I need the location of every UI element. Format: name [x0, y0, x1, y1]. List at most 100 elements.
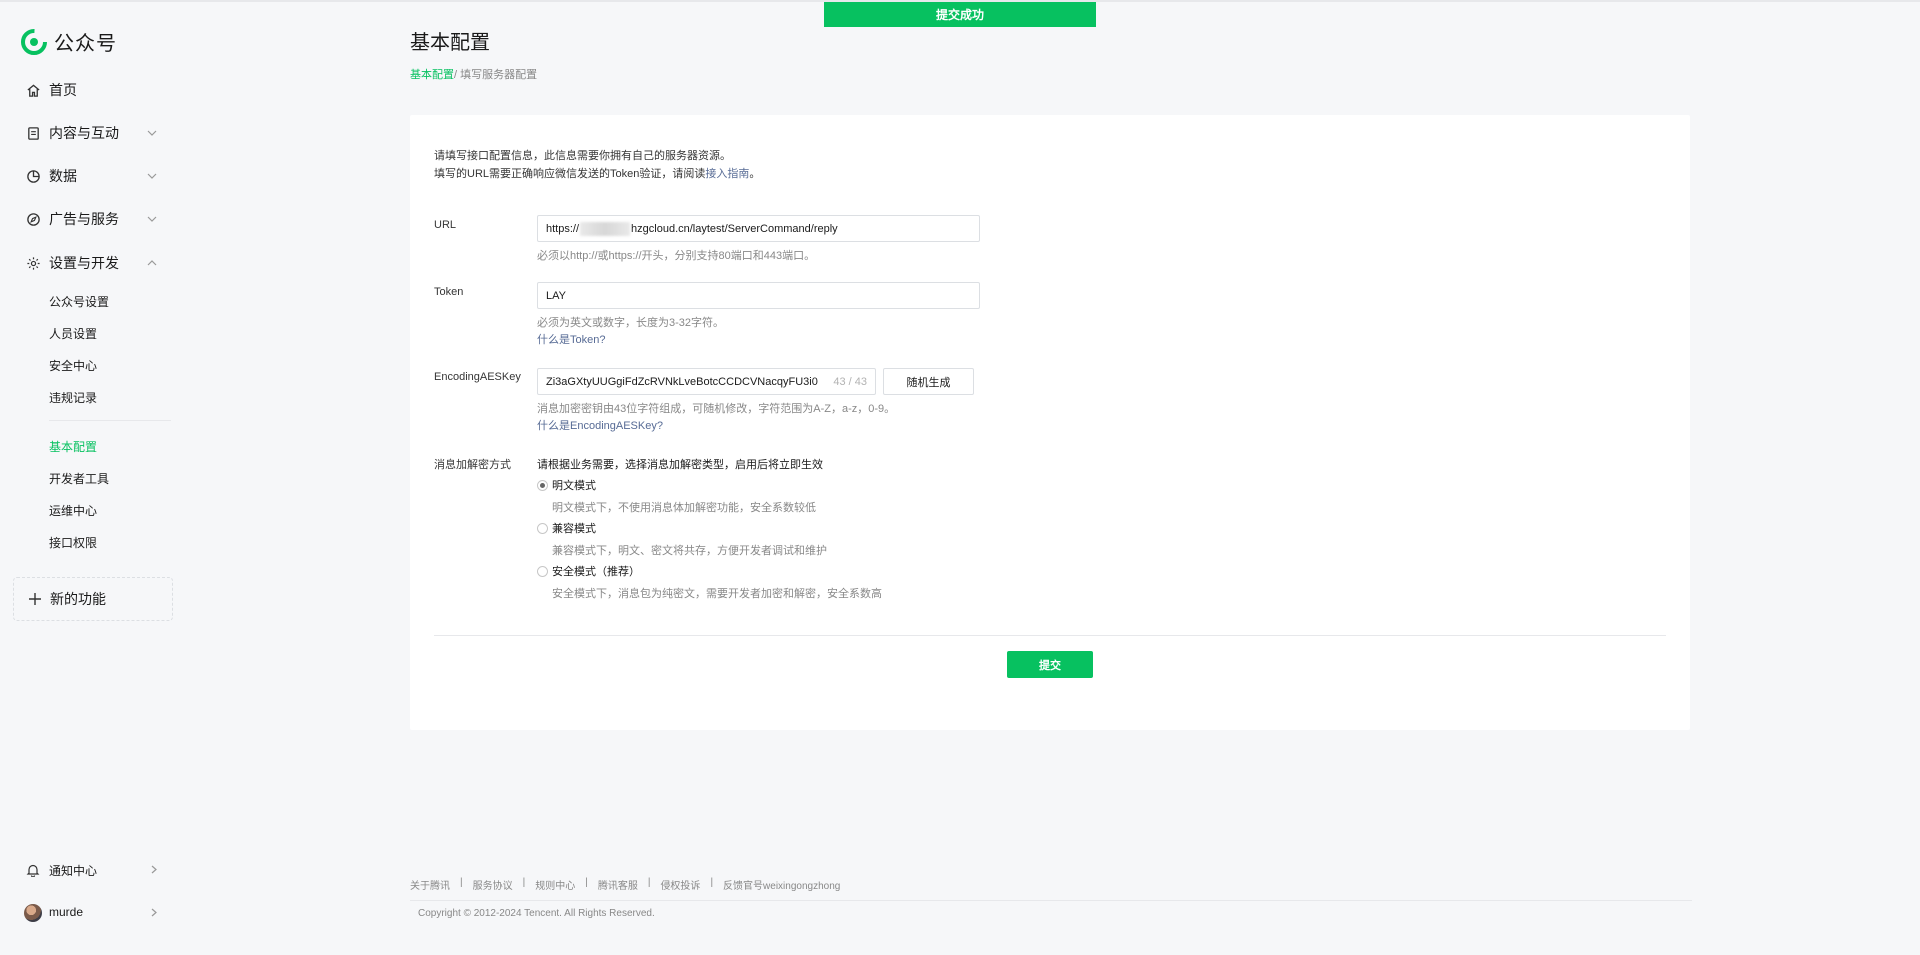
token-label: Token [434, 286, 464, 298]
sidebar-subitem-basic-config[interactable]: 基本配置 [49, 438, 97, 455]
radio-label: 兼容模式 [552, 523, 596, 535]
sidebar-subitem-api-permissions[interactable]: 接口权限 [49, 534, 97, 551]
sidebar-item-settings[interactable]: 设置与开发 [0, 243, 184, 283]
aes-key-input[interactable]: Zi3aGXtyUUGgiFdZcRVNkLveBotcCCDCVNacqyFU… [537, 368, 876, 395]
notification-center[interactable]: 通知中心 [0, 853, 184, 887]
document-icon [28, 127, 39, 140]
token-input[interactable]: LAY [537, 282, 980, 309]
url-value-prefix: https:// [546, 222, 580, 235]
aes-key-label: EncodingAESKey [434, 371, 521, 383]
brand-name: 公众号 [54, 33, 117, 55]
aes-key-counter: 43 / 43 [829, 375, 867, 388]
sidebar-subitem-account-settings[interactable]: 公众号设置 [49, 293, 109, 310]
new-features-label: 新的功能 [50, 591, 106, 607]
breadcrumb-current: 填写服务器配置 [457, 69, 538, 81]
footer-separator: | [585, 877, 588, 888]
chevron-down-icon [147, 216, 157, 222]
footer-link-rules-center[interactable]: 规则中心 [535, 877, 575, 892]
encryption-mode-label: 消息加解密方式 [434, 459, 511, 471]
server-config-card: 请填写接口配置信息，此信息需要你拥有自己的服务器资源。 填写的URL需要正确响应… [410, 115, 1690, 730]
url-label: URL [434, 219, 457, 231]
access-guide-link[interactable]: 接入指南 [705, 168, 749, 180]
sidebar-subitem-developer-tools[interactable]: 开发者工具 [49, 470, 109, 487]
token-value: LAY [546, 289, 566, 302]
sidebar-divider [49, 420, 171, 421]
success-toast: 提交成功 [824, 2, 1096, 27]
radio-button[interactable] [537, 479, 548, 491]
url-value-suffix: hzgcloud.cn/laytest/ServerCommand/reply [631, 222, 838, 235]
aes-key-value: Zi3aGXtyUUGgiFdZcRVNkLveBotcCCDCVNacqyFU… [546, 375, 818, 388]
footer-link-feedback[interactable]: 反馈官号weixingongzhong [723, 877, 840, 892]
form-divider [434, 635, 1666, 636]
sidebar-subitem-staff-settings[interactable]: 人员设置 [49, 325, 97, 342]
intro-line-2: 填写的URL需要正确响应微信发送的Token验证，请阅读接入指南。 [434, 165, 760, 183]
footer-separator: | [710, 877, 714, 888]
sidebar-item-label: 设置与开发 [49, 255, 119, 271]
radio-label: 安全模式（推荐） [552, 566, 640, 578]
chevron-right-icon [151, 865, 157, 874]
breadcrumb-link-basic-config[interactable]: 基本配置 [410, 69, 454, 81]
sidebar-subitem-ops-center[interactable]: 运维中心 [49, 502, 97, 519]
pie-chart-icon [27, 170, 40, 183]
redacted-mask [580, 221, 631, 236]
new-features-button[interactable]: 新的功能 [13, 577, 173, 621]
url-tip: 必须以http://或https://开头，分别支持80端口和443端口。 [537, 250, 816, 262]
sidebar-item-label: 数据 [49, 168, 77, 184]
encryption-mode-hint: 请根据业务需要，选择消息加解密类型，启用后将立即生效 [537, 459, 823, 471]
gear-icon [27, 257, 40, 270]
radio-description: 明文模式下，不使用消息体加解密功能，安全系数较低 [552, 502, 816, 514]
radio-compatible-mode[interactable]: 兼容模式 [537, 520, 596, 536]
user-name: murde [49, 905, 84, 919]
footer-link-infringement[interactable]: 侵权投诉 [660, 877, 700, 892]
footer-links: 关于腾讯 | 服务协议 | 规则中心 | 腾讯客服 | 侵权投诉 | 反馈官号w… [410, 877, 840, 892]
sidebar-item-content[interactable]: 内容与互动 [0, 113, 184, 153]
aes-key-tip: 消息加密密钥由43位字符组成，可随机修改，字符范围为A-Z，a-z，0-9。 [537, 403, 896, 415]
user-menu[interactable]: murde [0, 896, 184, 930]
radio-button[interactable] [537, 522, 548, 534]
footer-separator: | [460, 877, 463, 888]
submit-button[interactable]: 提交 [1007, 651, 1093, 678]
radio-description: 兼容模式下，明文、密文将共存，方便开发者调试和维护 [552, 545, 827, 557]
sidebar-item-ads[interactable]: 广告与服务 [0, 199, 184, 239]
notification-center-label: 通知中心 [49, 864, 98, 878]
sidebar-item-label: 内容与互动 [49, 125, 119, 141]
url-input[interactable]: https:// hzgcloud.cn/laytest/ServerComman… [537, 215, 980, 242]
footer-separator: | [647, 877, 651, 888]
footer-link-service-agreement[interactable]: 服务协议 [473, 877, 513, 892]
footer-link-customer-service[interactable]: 腾讯客服 [598, 877, 638, 892]
intro-line-1: 请填写接口配置信息，此信息需要你拥有自己的服务器资源。 [434, 150, 731, 162]
page-title: 基本配置 [410, 32, 490, 54]
sidebar-item-data[interactable]: 数据 [0, 156, 184, 196]
copyright: Copyright © 2012-2024 Tencent. All Right… [418, 908, 655, 919]
breadcrumb: 基本配置/ 填写服务器配置 [410, 66, 537, 82]
radio-label: 明文模式 [552, 480, 596, 492]
sidebar: 公众号 首页 内容与互动 数据 广告与服务 设置与开发 公众号设置 人员设置 安… [0, 0, 184, 955]
intro-line-2-prefix: 填写的URL需要正确响应微信发送的Token验证，请阅读 [434, 168, 706, 180]
home-icon [27, 84, 40, 97]
radio-button[interactable] [537, 565, 548, 577]
chevron-right-icon [151, 908, 157, 917]
sidebar-item-label: 广告与服务 [49, 211, 119, 227]
sidebar-subitem-violation-records[interactable]: 违规记录 [49, 389, 97, 406]
bell-icon [26, 864, 40, 877]
radio-plaintext-mode[interactable]: 明文模式 [537, 477, 596, 493]
what-is-aes-key-link[interactable]: 什么是EncodingAESKey? [537, 417, 663, 433]
plus-icon [29, 593, 41, 605]
chevron-up-icon [147, 260, 157, 266]
wechat-official-logo-icon [21, 28, 47, 55]
sidebar-item-home[interactable]: 首页 [0, 70, 184, 110]
what-is-token-link[interactable]: 什么是Token? [537, 331, 605, 347]
sidebar-item-label: 首页 [49, 82, 77, 98]
intro-line-2-suffix: 。 [749, 168, 761, 180]
radio-secure-mode[interactable]: 安全模式（推荐） [537, 563, 640, 579]
sidebar-subitem-security-center[interactable]: 安全中心 [49, 357, 97, 374]
chevron-down-icon [147, 173, 157, 179]
footer-link-about[interactable]: 关于腾讯 [410, 877, 450, 892]
token-tip: 必须为英文或数字，长度为3-32字符。 [537, 317, 725, 329]
intro-text: 请填写接口配置信息，此信息需要你拥有自己的服务器资源。 填写的URL需要正确响应… [434, 147, 760, 183]
footer-separator: | [522, 877, 526, 888]
brand-logo[interactable]: 公众号 [20, 27, 117, 56]
radio-description: 安全模式下，消息包为纯密文，需要开发者加密和解密，安全系数高 [552, 588, 882, 600]
chevron-down-icon [147, 130, 157, 136]
random-generate-button[interactable]: 随机生成 [883, 368, 974, 395]
